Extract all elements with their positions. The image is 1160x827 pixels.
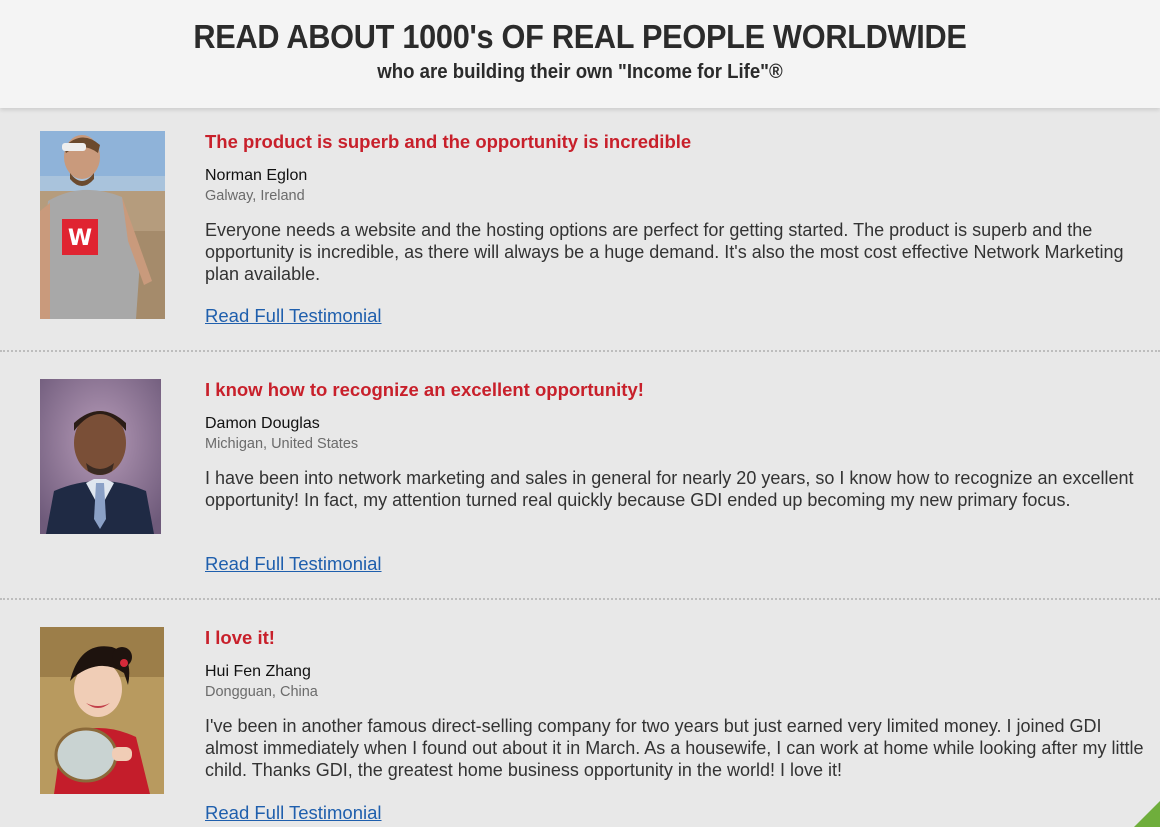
testimonial-content: I love it! Hui Fen Zhang Dongguan, China… — [205, 627, 1160, 781]
page-subtitle: who are building their own "Income for L… — [377, 61, 783, 83]
testimonial-content: I know how to recognize an excellent opp… — [205, 379, 1160, 511]
testimonial-location: Dongguan, China — [205, 684, 318, 700]
testimonial-body: Everyone needs a website and the hosting… — [205, 220, 1124, 284]
testimonial-item: I know how to recognize an excellent opp… — [0, 356, 1160, 600]
testimonial-headline: I know how to recognize an excellent opp… — [205, 379, 644, 400]
testimonial-location: Galway, Ireland — [205, 188, 305, 204]
testimonial-name: Damon Douglas — [205, 415, 320, 432]
divider — [0, 350, 1160, 352]
testimonial-headline: The product is superb and the opportunit… — [205, 131, 692, 152]
testimonial-body: I've been in another famous direct-selli… — [205, 716, 1144, 780]
testimonial-photo-damon-douglas — [40, 379, 161, 534]
corner-accent — [1134, 801, 1160, 827]
testimonial-headline: I love it! — [205, 627, 275, 648]
page-header: READ ABOUT 1000's OF REAL PEOPLE WORLDWI… — [0, 0, 1160, 108]
testimonial-content: The product is superb and the opportunit… — [205, 131, 1160, 285]
divider — [0, 598, 1160, 600]
page-title: READ ABOUT 1000's OF REAL PEOPLE WORLDWI… — [193, 18, 967, 55]
testimonial-photo-hui-fen-zhang — [40, 627, 164, 794]
testimonial-name: Hui Fen Zhang — [205, 663, 311, 680]
testimonial-item: W The product is superb and the opportun… — [0, 108, 1160, 352]
svg-text:W: W — [68, 226, 92, 251]
testimonial-item: I love it! Hui Fen Zhang Dongguan, China… — [0, 604, 1160, 827]
testimonial-name: Norman Eglon — [205, 167, 308, 184]
read-full-testimonial-link[interactable]: Read Full Testimonial — [205, 802, 382, 824]
testimonial-list: W The product is superb and the opportun… — [0, 108, 1160, 827]
testimonial-photo-norman-eglon: W — [40, 131, 165, 319]
testimonial-location: Michigan, United States — [205, 436, 359, 452]
read-full-testimonial-link[interactable]: Read Full Testimonial — [205, 305, 382, 327]
testimonial-body: I have been into network marketing and s… — [205, 468, 1134, 510]
read-full-testimonial-link[interactable]: Read Full Testimonial — [205, 553, 382, 575]
